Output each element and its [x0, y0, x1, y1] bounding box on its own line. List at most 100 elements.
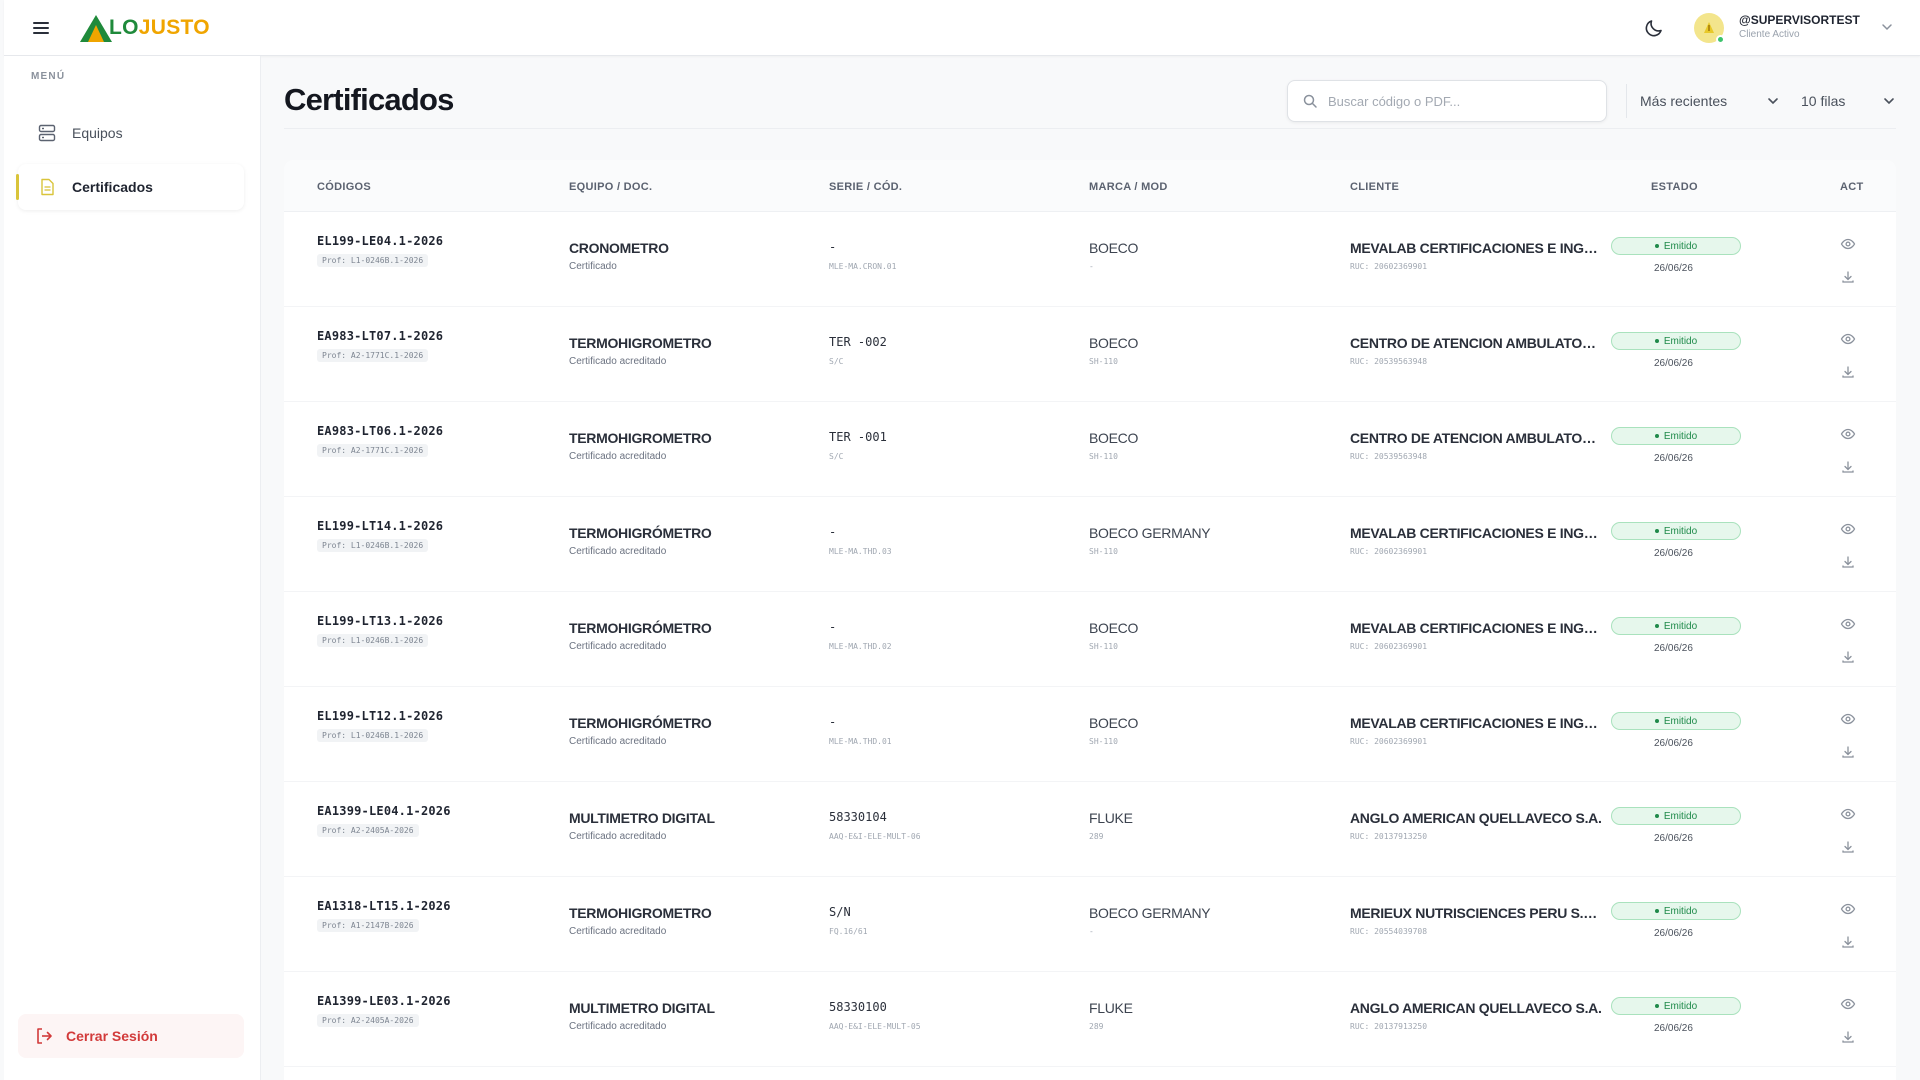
client-name: MEVALAB CERTIFICACIONES E INGENIERIA S.A… — [1350, 620, 1602, 636]
avatar[interactable] — [1694, 13, 1725, 44]
status-badge: Emitido — [1611, 712, 1741, 730]
download-icon[interactable] — [1841, 1030, 1855, 1044]
issue-date: 26/06/26 — [1654, 1023, 1693, 1034]
brand: FLUKE — [1089, 810, 1133, 826]
table-row[interactable]: EA1399-LE04.1-2026 Prof: A2-2405A-2026 MUL… — [284, 782, 1896, 877]
download-icon[interactable] — [1841, 460, 1855, 474]
eye-icon[interactable] — [1840, 426, 1856, 442]
download-icon[interactable] — [1841, 745, 1855, 759]
column-header-cliente: CLIENTE — [1350, 181, 1400, 193]
status-dot — [1654, 529, 1659, 533]
client-name: MEVALAB CERTIFICACIONES E INGENIERIA S.A… — [1350, 715, 1602, 731]
equipment-name: TERMOHIGRÓMETRO — [569, 620, 712, 636]
status-badge: Emitido — [1611, 427, 1741, 445]
sidebar-item-certificados[interactable]: Certificados — [16, 164, 244, 210]
moon-icon[interactable] — [1642, 16, 1666, 40]
status-badge: Emitido — [1611, 617, 1741, 635]
table-row[interactable]: EL199-LT13.1-2026 Prof: L1-0246B.1-2026 TE… — [284, 592, 1896, 687]
status-label: Emitido — [1663, 240, 1698, 252]
brand: BOECO — [1089, 430, 1139, 446]
eye-icon[interactable] — [1840, 331, 1856, 347]
divider — [1626, 84, 1627, 118]
table-row[interactable]: EA1399-LE03.1-2026 Prof: A2-2405A-2026 MUL… — [284, 972, 1896, 1067]
issue-date: 26/06/26 — [1654, 643, 1693, 654]
certificate-code[interactable]: EA1399-LE03.1-2026 — [317, 994, 451, 1008]
equipment-name: MULTIMETRO DIGITAL — [569, 810, 715, 826]
eye-icon[interactable] — [1840, 901, 1856, 917]
certificate-code[interactable]: EL199-LE04.1-2026 — [317, 234, 443, 248]
certificate-code[interactable]: EL199-LT13.1-2026 — [317, 614, 443, 628]
eye-icon[interactable] — [1840, 236, 1856, 252]
table-row[interactable]: EA1318-LT15.1-2026 Prof: A1-2147B-2026 TER… — [284, 877, 1896, 972]
table-row[interactable]: EL199-LT14.1-2026 Prof: L1-0246B.1-2026 TE… — [284, 497, 1896, 592]
certificate-code[interactable]: EA1399-LE04.1-2026 — [317, 804, 451, 818]
status-dot — [1654, 434, 1659, 438]
equipment-name: TERMOHIGRÓMETRO — [569, 525, 712, 541]
internal-code: S/C — [829, 452, 844, 461]
table-row[interactable]: EL199-LT12.1-2026 Prof: L1-0246B.1-2026 TE… — [284, 687, 1896, 782]
download-icon[interactable] — [1841, 935, 1855, 949]
download-icon[interactable] — [1841, 555, 1855, 569]
eye-icon[interactable] — [1840, 996, 1856, 1012]
column-header-codigos: CÓDIGOS — [317, 181, 372, 193]
table-row[interactable]: EL199-LE04.1-2026 Prof: L1-0246B.1-2026 CR… — [284, 212, 1896, 307]
rows-per-page-select[interactable]: 10 filas — [1801, 88, 1896, 114]
client-name: ANGLO AMERICAN QUELLAVECO S.A. — [1350, 810, 1602, 826]
server-icon — [36, 122, 58, 144]
user-icon — [1704, 22, 1714, 33]
chevron-down-icon — [1766, 94, 1780, 108]
certificate-code[interactable]: EL199-LT14.1-2026 — [317, 519, 443, 533]
proforma-tag: Prof: L1-0246B.1-2026 — [317, 254, 429, 267]
eye-icon[interactable] — [1840, 806, 1856, 822]
download-icon[interactable] — [1841, 270, 1855, 284]
equipment-name: TERMOHIGROMETRO — [569, 335, 712, 351]
model: SH-110 — [1089, 452, 1118, 461]
user-role: Cliente Activo — [1739, 29, 1800, 40]
internal-code: MLE-MA.THD.01 — [829, 737, 892, 746]
client-ruc: RUC: 20602369901 — [1350, 642, 1428, 651]
model: SH-110 — [1089, 737, 1118, 746]
column-header-serie: SERIE / CÓD. — [829, 181, 903, 193]
sidebar-item-label: Equipos — [72, 125, 123, 141]
search-box[interactable] — [1287, 80, 1607, 122]
download-icon[interactable] — [1841, 840, 1855, 854]
eye-icon[interactable] — [1840, 521, 1856, 537]
table-row[interactable]: EA983-LT06.1-2026 Prof: A2-1771C.1-2026 TE… — [284, 402, 1896, 497]
proforma-tag: Prof: A2-2405A-2026 — [317, 824, 419, 837]
brand: BOECO GERMANY — [1089, 525, 1211, 541]
hamburger-icon[interactable] — [26, 14, 56, 42]
serial-number: TER -001 — [829, 430, 887, 444]
brand: BOECO GERMANY — [1089, 905, 1211, 921]
column-header-marca: MARCA / MOD — [1089, 181, 1168, 193]
client-name: MEVALAB CERTIFICACIONES E INGENIERIA S.A… — [1350, 240, 1602, 256]
table-row[interactable]: EA983-LT07.1-2026 Prof: A2-1771C.1-2026 TE… — [284, 307, 1896, 402]
serial-number: - — [829, 525, 837, 539]
certificate-code[interactable]: EA983-LT07.1-2026 — [317, 329, 443, 343]
download-icon[interactable] — [1841, 365, 1855, 379]
certificate-code[interactable]: EA1318-LT15.1-2026 — [317, 899, 451, 913]
client-name: ANGLO AMERICAN QUELLAVECO S.A. — [1350, 1000, 1602, 1016]
equipment-name: TERMOHIGROMETRO — [569, 905, 712, 921]
brand: BOECO — [1089, 620, 1139, 636]
divider — [284, 128, 1896, 129]
sort-select-value: Más recientes — [1640, 93, 1728, 109]
page-title: Certificados — [284, 82, 454, 117]
certificate-code[interactable]: EL199-LT12.1-2026 — [317, 709, 443, 723]
chevron-down-icon[interactable] — [1880, 20, 1894, 34]
sidebar-item-equipos[interactable]: Equipos — [18, 110, 244, 156]
document-icon — [36, 176, 58, 198]
download-icon[interactable] — [1841, 650, 1855, 664]
certificate-code[interactable]: EA983-LT06.1-2026 — [317, 424, 443, 438]
logo[interactable]: LOJUSTO — [79, 12, 210, 44]
search-input[interactable] — [1328, 93, 1588, 109]
logout-label: Cerrar Sesión — [66, 1028, 158, 1044]
eye-icon[interactable] — [1840, 616, 1856, 632]
client-ruc: RUC: 20554039708 — [1350, 927, 1428, 936]
client-name: CENTRO DE ATENCION AMBULATORIO — [1350, 430, 1602, 446]
logout-button[interactable]: Cerrar Sesión — [18, 1014, 244, 1058]
sort-select[interactable]: Más recientes — [1640, 88, 1780, 114]
proforma-tag: Prof: A1-2147B-2026 — [317, 919, 419, 932]
model: SH-110 — [1089, 642, 1118, 651]
status-badge: Emitido — [1611, 237, 1741, 255]
eye-icon[interactable] — [1840, 711, 1856, 727]
